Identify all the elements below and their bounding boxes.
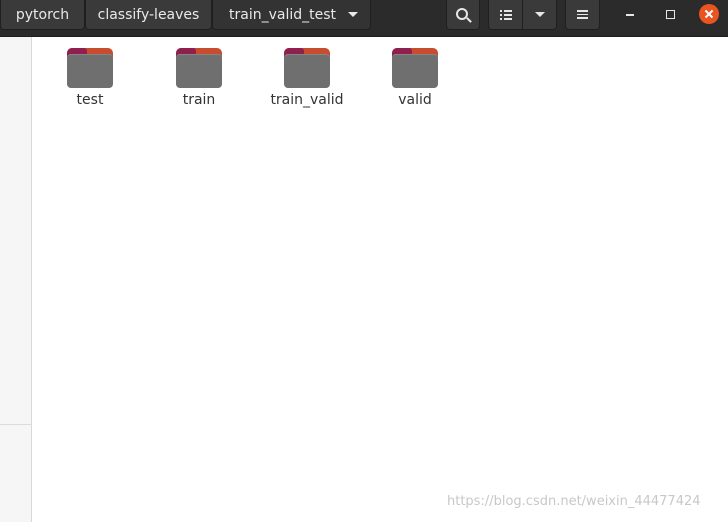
breadcrumb-classify-leaves[interactable]: classify-leaves [85,0,212,30]
list-view-icon [499,9,512,20]
folder-icon [175,46,223,90]
search-icon [456,7,468,20]
folder-item-train-valid[interactable]: train_valid [259,46,355,116]
breadcrumb-label: train_valid_test [229,6,337,23]
folder-icon [391,46,439,90]
breadcrumb-label: pytorch [15,6,70,23]
breadcrumb-train-valid-test[interactable]: train_valid_test [212,0,371,30]
view-toggle-button[interactable] [488,0,523,30]
view-options-button[interactable] [522,0,557,30]
header-bar: pytorch classify-leaves train_valid_test [0,0,728,37]
folder-item-valid[interactable]: valid [367,46,463,116]
close-icon [699,4,719,24]
file-manager-window: pytorch classify-leaves train_valid_test [0,0,728,522]
maximize-icon [665,9,675,19]
folder-label: train [182,92,216,108]
watermark-text: https://blog.csdn.net/weixin_44477424 [447,494,701,509]
folder-label: test [76,92,104,108]
maximize-button[interactable] [658,2,682,26]
folder-icon [66,46,114,90]
main-menu-button[interactable] [565,0,600,30]
folder-item-train[interactable]: train [151,46,247,116]
minimize-button[interactable] [618,2,642,26]
minimize-icon [626,14,634,16]
breadcrumb-pytorch[interactable]: pytorch [0,0,85,30]
sidebar [0,37,32,522]
file-view: test train train_valid valid [32,37,728,522]
sidebar-divider [0,424,31,425]
folder-icon [283,46,331,90]
breadcrumb-label: classify-leaves [97,6,200,23]
folder-item-test[interactable]: test [42,46,138,116]
search-button[interactable] [446,0,480,30]
chevron-down-icon [534,12,545,17]
close-button[interactable] [697,2,721,26]
hamburger-menu-icon [577,10,588,19]
chevron-down-icon[interactable] [348,12,358,17]
folder-label: valid [398,92,432,108]
folder-label: train_valid [270,92,344,108]
